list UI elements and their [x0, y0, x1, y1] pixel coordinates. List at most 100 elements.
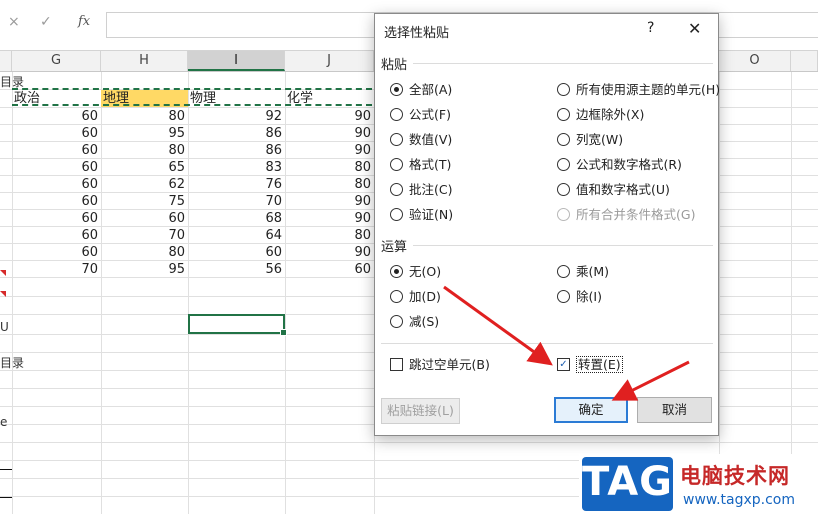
data-cell[interactable]: 62: [101, 176, 188, 193]
data-cell[interactable]: 90: [285, 125, 374, 142]
column-header-o[interactable]: O: [719, 51, 791, 71]
data-cell[interactable]: 80: [101, 108, 188, 125]
skip-blanks-checkbox[interactable]: 跳过空单元(B): [390, 356, 490, 374]
paste-special-dialog: 选择性粘贴 ? ✕ 粘贴 全部(A) 公式(F) 数值(V) 格式(T) 批注(…: [374, 13, 720, 436]
data-cell[interactable]: 60: [12, 159, 101, 176]
data-cell[interactable]: 60: [12, 193, 101, 210]
data-cell[interactable]: 60: [12, 125, 101, 142]
radio-icon: [390, 158, 403, 171]
data-cell[interactable]: 64: [188, 227, 285, 244]
operation-option-divide[interactable]: 除(I): [557, 288, 602, 306]
paste-option-formats[interactable]: 格式(T): [390, 156, 451, 174]
data-cell[interactable]: 60: [12, 176, 101, 193]
comment-indicator: [0, 270, 6, 276]
transpose-checkbox[interactable]: ✓ 转置(E): [557, 356, 623, 374]
data-cell[interactable]: 80: [101, 244, 188, 261]
radio-icon: [557, 158, 570, 171]
active-cell[interactable]: [188, 314, 287, 336]
paste-option-values[interactable]: 数值(V): [390, 131, 452, 149]
data-cell[interactable]: 95: [101, 125, 188, 142]
paste-link-button: 粘贴链接(L): [381, 398, 460, 424]
column-header-i[interactable]: I: [188, 51, 285, 71]
data-cell[interactable]: 95: [101, 261, 188, 278]
radio-icon: [557, 108, 570, 121]
paste-option-merge-conditional-formats: 所有合并条件格式(G): [557, 206, 695, 224]
paste-option-no-borders[interactable]: 边框除外(X): [557, 106, 644, 124]
data-cell[interactable]: 70: [188, 193, 285, 210]
data-cell[interactable]: 90: [285, 193, 374, 210]
column-header-j[interactable]: J: [285, 51, 374, 71]
column-header-g[interactable]: G: [12, 51, 101, 71]
data-cell[interactable]: 76: [188, 176, 285, 193]
data-cell[interactable]: 86: [188, 125, 285, 142]
watermark-url: www.tagxp.com: [683, 492, 795, 508]
help-icon[interactable]: ?: [647, 20, 654, 36]
data-cell[interactable]: 80: [285, 176, 374, 193]
watermark-site-name: 电脑技术网: [680, 464, 790, 488]
checkbox-icon: [390, 358, 403, 371]
header-cell[interactable]: 物理: [188, 90, 285, 107]
data-cell[interactable]: 75: [101, 193, 188, 210]
data-cell[interactable]: 68: [188, 210, 285, 227]
operation-option-add[interactable]: 加(D): [390, 288, 441, 306]
data-cell[interactable]: 90: [285, 108, 374, 125]
cancel-button[interactable]: 取消: [637, 397, 712, 423]
paste-option-validation[interactable]: 验证(N): [390, 206, 453, 224]
data-cell[interactable]: 80: [285, 227, 374, 244]
close-icon[interactable]: ✕: [688, 19, 701, 38]
header-cell[interactable]: 地理: [101, 90, 188, 107]
paste-option-column-widths[interactable]: 列宽(W): [557, 131, 623, 149]
paste-option-all[interactable]: 全部(A): [390, 81, 452, 99]
data-cell[interactable]: 60: [12, 108, 101, 125]
radio-icon: [557, 83, 570, 96]
data-cell[interactable]: 56: [188, 261, 285, 278]
data-cell[interactable]: 80: [101, 142, 188, 159]
paste-option-formulas[interactable]: 公式(F): [390, 106, 451, 124]
radio-icon: [390, 315, 403, 328]
column-header-f[interactable]: [0, 51, 12, 71]
paste-option-source-theme[interactable]: 所有使用源主题的单元(H): [557, 81, 720, 99]
data-cell[interactable]: 70: [12, 261, 101, 278]
radio-selected-icon: [390, 83, 403, 96]
radio-selected-icon: [390, 265, 403, 278]
paste-option-formulas-number-formats[interactable]: 公式和数字格式(R): [557, 156, 682, 174]
data-cell[interactable]: 65: [101, 159, 188, 176]
operation-option-multiply[interactable]: 乘(M): [557, 263, 609, 281]
ok-button[interactable]: 确定: [554, 397, 628, 423]
data-cell[interactable]: 90: [285, 142, 374, 159]
radio-icon: [557, 290, 570, 303]
column-header-p[interactable]: [791, 51, 818, 71]
column-header-h[interactable]: H: [101, 51, 188, 71]
header-cell[interactable]: 化学: [285, 90, 374, 107]
operation-option-subtract[interactable]: 减(S): [390, 313, 439, 331]
paste-option-values-number-formats[interactable]: 值和数字格式(U): [557, 181, 670, 199]
radio-icon: [557, 183, 570, 196]
enter-icon[interactable]: ✓: [40, 14, 52, 30]
data-cell[interactable]: 60: [12, 244, 101, 261]
data-cell[interactable]: 60: [285, 261, 374, 278]
truncated-cell-text: 目录: [0, 356, 25, 370]
paste-group-label: 粘贴: [381, 58, 408, 73]
data-cell[interactable]: 86: [188, 142, 285, 159]
data-cell[interactable]: 60: [12, 142, 101, 159]
paste-option-comments[interactable]: 批注(C): [390, 181, 452, 199]
data-cell[interactable]: 80: [285, 159, 374, 176]
truncated-cell-text: U: [0, 320, 9, 334]
radio-icon: [390, 133, 403, 146]
data-cell[interactable]: 90: [285, 244, 374, 261]
cancel-icon[interactable]: ×: [8, 14, 20, 30]
data-cell[interactable]: 90: [285, 210, 374, 227]
data-cell[interactable]: 70: [101, 227, 188, 244]
data-cell[interactable]: 60: [12, 210, 101, 227]
data-cell[interactable]: 60: [188, 244, 285, 261]
data-cell[interactable]: 83: [188, 159, 285, 176]
insert-function-icon[interactable]: fx: [78, 14, 90, 29]
data-cell[interactable]: 60: [101, 210, 188, 227]
dialog-title-bar[interactable]: 选择性粘贴 ? ✕: [375, 14, 718, 46]
radio-icon: [557, 265, 570, 278]
header-cell[interactable]: 政治: [12, 90, 101, 107]
dialog-title: 选择性粘贴: [384, 26, 450, 41]
operation-option-none[interactable]: 无(O): [390, 263, 441, 281]
data-cell[interactable]: 92: [188, 108, 285, 125]
data-cell[interactable]: 60: [12, 227, 101, 244]
